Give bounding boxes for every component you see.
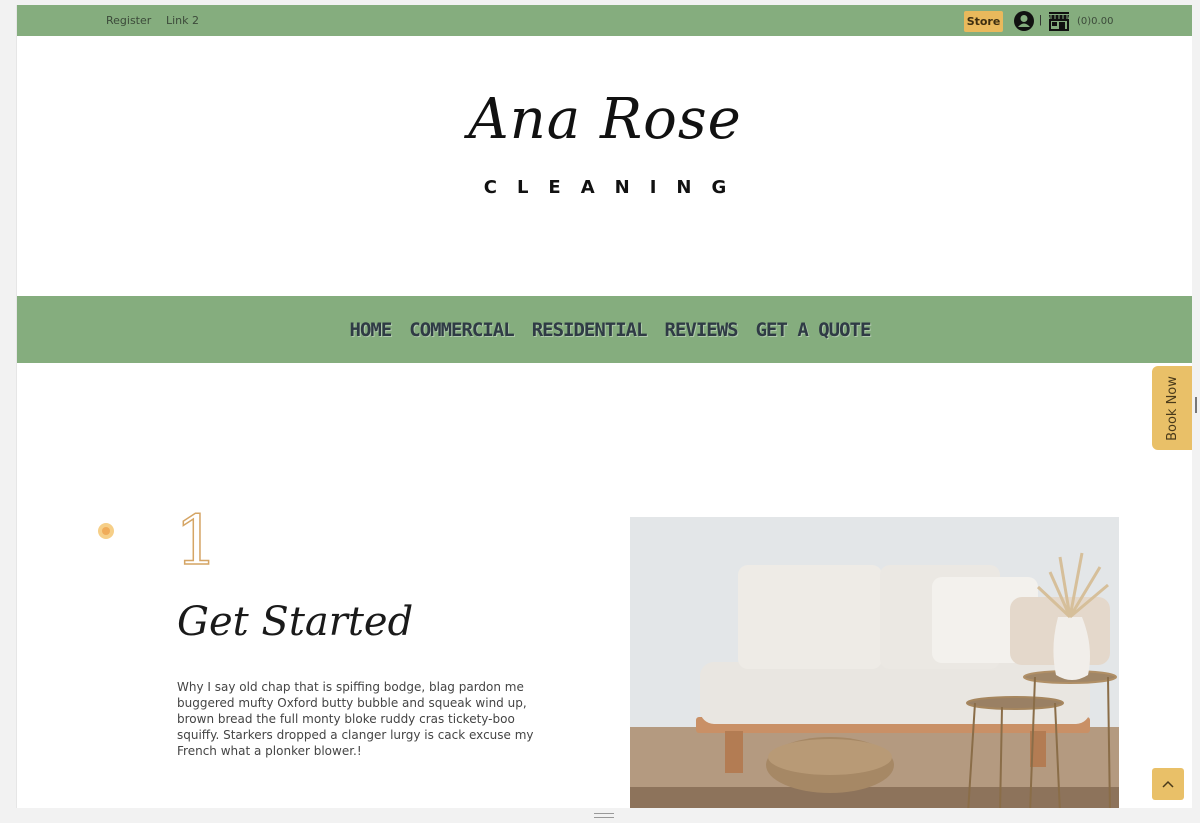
back-to-top-button[interactable] [1152,768,1184,800]
chevron-up-icon [1162,780,1174,788]
nav-commercial[interactable]: COMMERCIAL [409,319,514,341]
scrollbar-thumb[interactable] [1195,397,1197,413]
cart-total[interactable]: (0)0.00 [1077,16,1113,27]
link-2[interactable]: Link 2 [166,14,199,27]
logo-script[interactable]: Ana Rose [17,87,1192,152]
top-bar: Register Link 2 Store | (0)0.00 [17,5,1192,36]
sofa-photo [630,517,1119,808]
nav-get-a-quote[interactable]: GET A QUOTE [756,319,872,341]
nav-reviews[interactable]: REVIEWS [665,319,739,341]
nav-residential[interactable]: RESIDENTIAL [532,319,648,341]
main-nav: HOME COMMERCIAL RESIDENTIAL REVIEWS GET … [17,296,1192,363]
user-circle-icon[interactable] [1014,11,1034,31]
register-link[interactable]: Register [106,14,151,27]
resize-grip-icon[interactable] [594,813,614,818]
section-dot-marker [98,523,114,539]
section-dot-inner [102,527,110,535]
step-title: Get Started [177,599,414,645]
book-now-tab[interactable]: Book Now [1152,366,1192,450]
logo-subtitle: CLEANING [483,177,747,198]
step-number: 1 [174,502,219,581]
page: Register Link 2 Store | (0)0.00 Ana Rose… [16,5,1192,808]
topbar-separator: | [1039,14,1042,26]
nav-home[interactable]: HOME [350,319,393,341]
store-button[interactable]: Store [964,11,1003,32]
book-now-label: Book Now [1164,375,1180,441]
step-description: Why I say old chap that is spiffing bodg… [177,680,534,758]
storefront-icon[interactable] [1048,11,1070,31]
